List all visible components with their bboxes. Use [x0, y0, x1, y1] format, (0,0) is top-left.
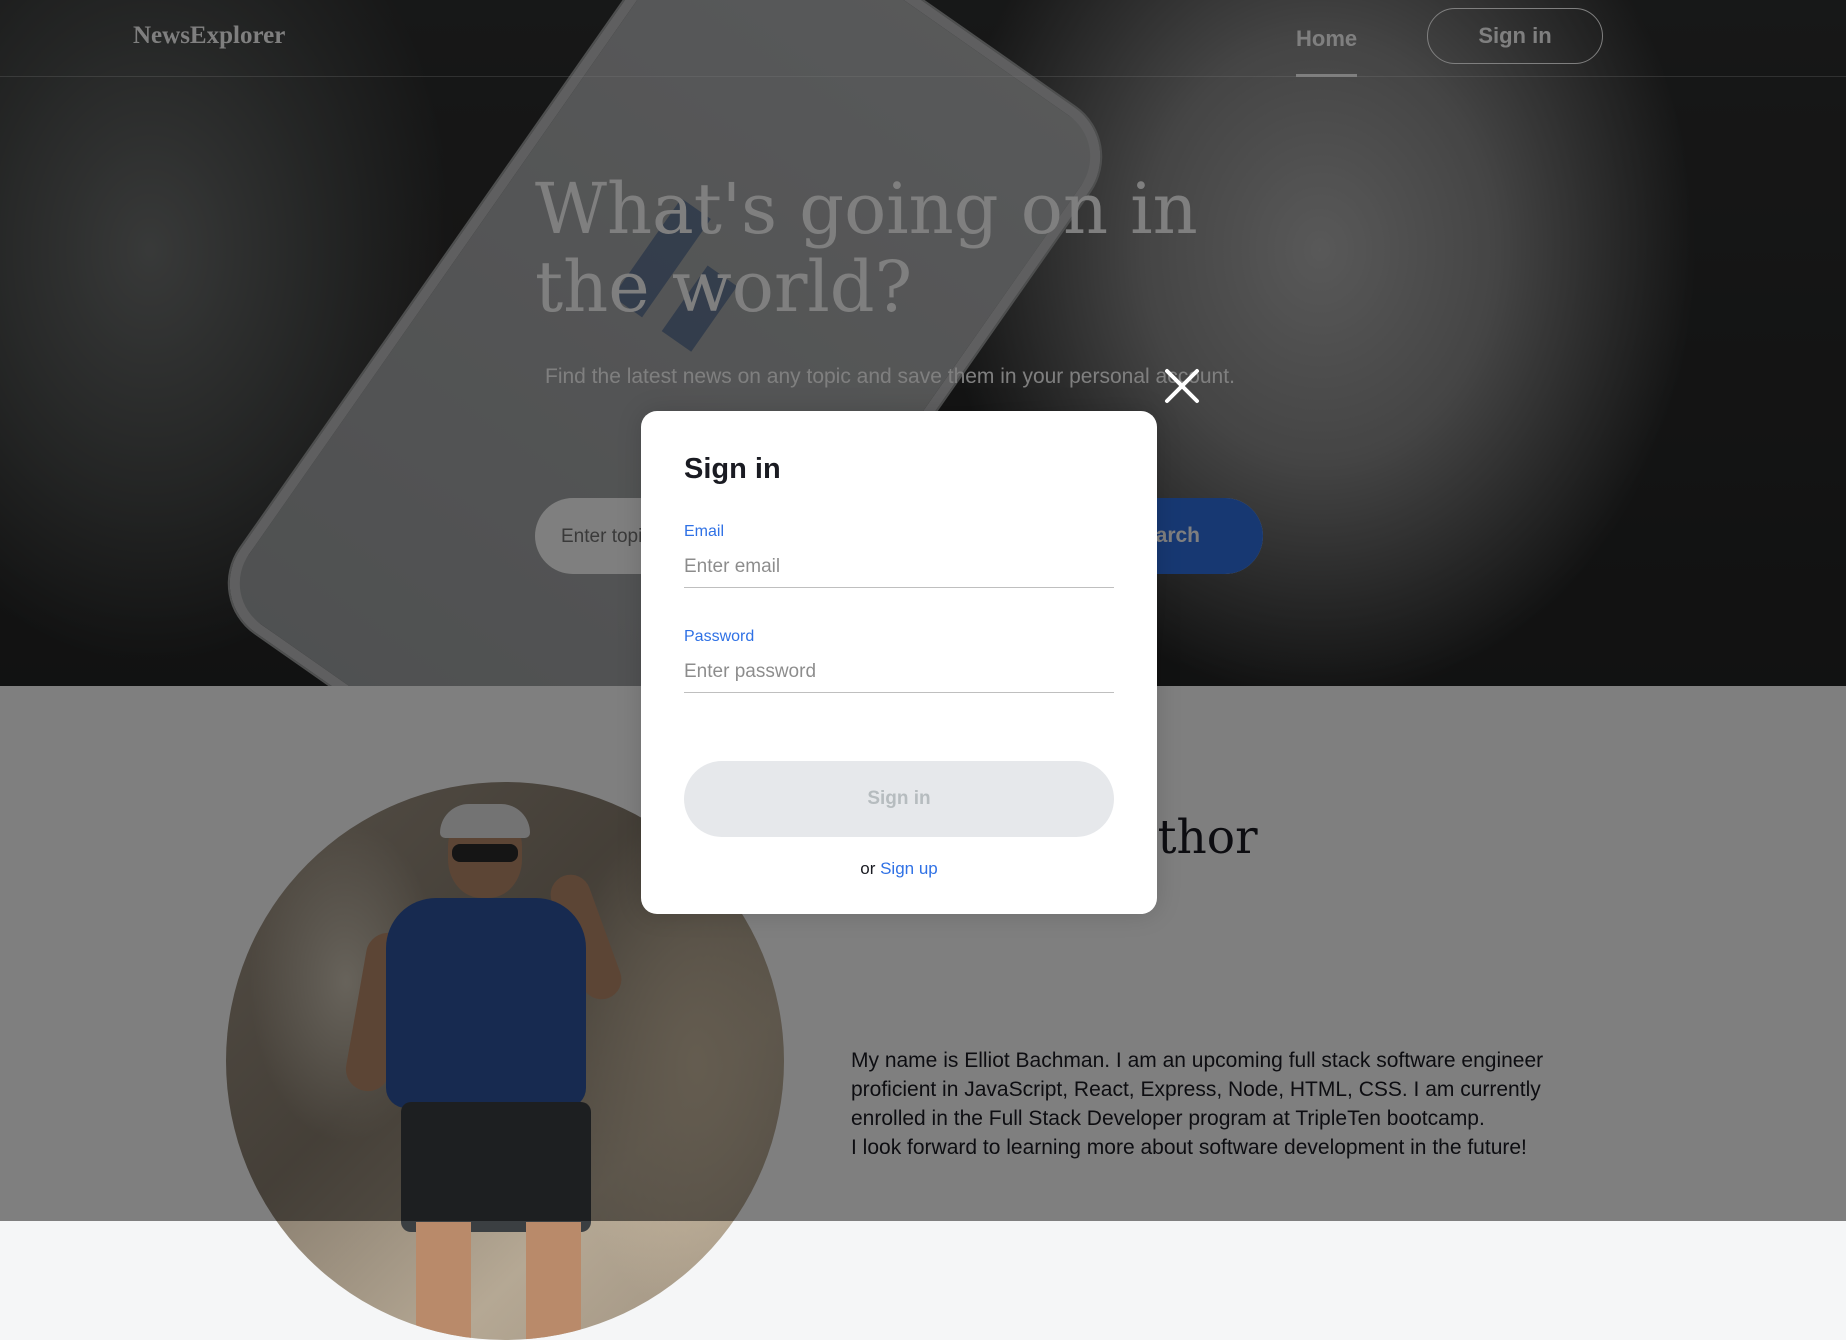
email-field[interactable]: [684, 547, 1114, 588]
switch-prefix: or: [860, 859, 876, 878]
author-figure-leg: [416, 1222, 471, 1340]
switch-form-row: or Sign up: [641, 859, 1157, 879]
modal-title: Sign in: [684, 453, 781, 485]
password-label: Password: [684, 628, 755, 645]
sign-in-modal: Sign in Email Password Sign in or Sign u…: [641, 411, 1157, 914]
password-field[interactable]: [684, 652, 1114, 693]
close-icon[interactable]: [1162, 366, 1202, 406]
close-icon-glyph: [1165, 369, 1199, 403]
email-label: Email: [684, 523, 725, 540]
author-figure-leg: [526, 1222, 581, 1340]
sign-up-link[interactable]: Sign up: [880, 859, 938, 878]
sign-in-submit-button[interactable]: Sign in: [684, 761, 1114, 837]
